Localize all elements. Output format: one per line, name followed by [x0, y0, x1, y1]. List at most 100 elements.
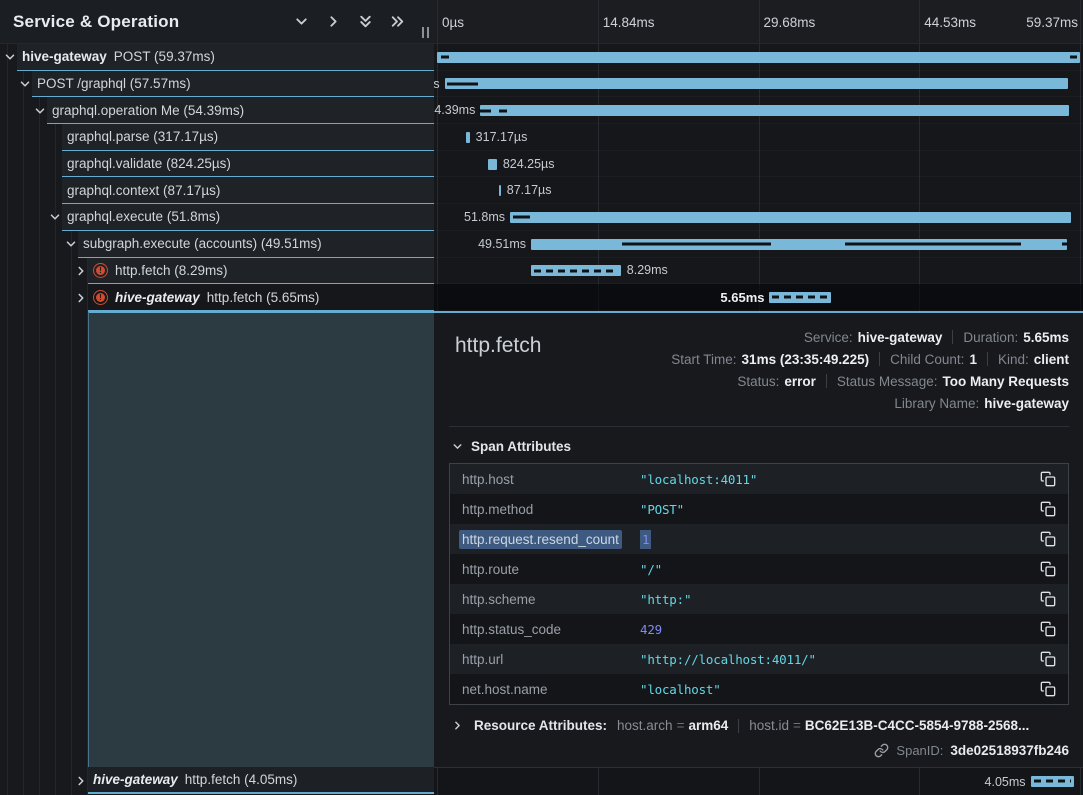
collapse-all-icon[interactable] — [357, 13, 374, 30]
span-bar[interactable] — [1031, 776, 1075, 787]
span-tree-row[interactable]: graphql.validate (824.25µs) — [0, 151, 434, 178]
attribute-value: "http:" — [640, 592, 691, 607]
span-duration-label: 87.17µs — [507, 177, 552, 203]
span-row-label: http.fetch (4.05ms) — [185, 772, 298, 787]
span-bar[interactable] — [437, 52, 1080, 63]
expand-all-icon[interactable] — [389, 13, 406, 30]
span-tree-row[interactable]: graphql.context (87.17µs) — [0, 177, 434, 204]
timeline-panel: 0µs14.84ms29.68ms44.53ms59.37ms 57.57ms5… — [434, 0, 1083, 795]
span-id-row: SpanID: 3de02518937fb246 — [449, 743, 1069, 758]
chevron-down-icon[interactable] — [64, 237, 78, 251]
service-operation-panel: Service & Operation hive-gatewayPOST (59… — [0, 0, 434, 795]
span-meta-item: Child Count:1 — [890, 352, 977, 367]
span-attributes-toggle[interactable]: Span Attributes — [451, 439, 1069, 454]
span-row-label: http.fetch (8.29ms) — [115, 263, 228, 278]
link-icon[interactable] — [874, 743, 889, 758]
chevron-down-icon[interactable] — [3, 50, 17, 64]
chevron-right-icon[interactable] — [74, 291, 88, 305]
span-bar[interactable] — [531, 265, 621, 276]
attribute-value: "POST" — [640, 502, 684, 517]
chevron-down-icon[interactable] — [48, 210, 62, 224]
attribute-key: http.scheme — [462, 592, 640, 607]
timeline-gridline — [437, 768, 438, 795]
span-bar[interactable] — [769, 292, 830, 303]
waterfall-row[interactable] — [434, 44, 1083, 71]
span-attributes-table: http.host"localhost:4011"http.method"POS… — [449, 463, 1069, 705]
waterfall-row[interactable]: 54.39ms — [434, 97, 1083, 124]
meta-value: Too Many Requests — [942, 374, 1069, 389]
resource-attributes-row[interactable]: Resource Attributes: host.arch=arm64host… — [451, 718, 1069, 733]
span-tree-row[interactable]: hive-gatewayPOST (59.37ms) — [0, 44, 434, 71]
copy-icon[interactable] — [1040, 501, 1056, 517]
timeline-gridline — [759, 768, 760, 795]
copy-icon[interactable] — [1040, 651, 1056, 667]
timeline-tick: 44.53ms — [924, 0, 976, 44]
span-meta-item: Status:error — [737, 374, 816, 389]
span-bar[interactable] — [480, 105, 1069, 116]
waterfall-row[interactable]: 87.17µs — [434, 177, 1083, 204]
waterfall-row[interactable]: 51.8ms — [434, 204, 1083, 231]
divider — [738, 719, 739, 733]
span-bar[interactable] — [499, 185, 501, 196]
span-tree-row[interactable]: !http.fetch (8.29ms) — [0, 258, 434, 285]
copy-icon[interactable] — [1040, 591, 1056, 607]
span-bar[interactable] — [531, 239, 1067, 250]
divider — [952, 330, 953, 344]
span-bar[interactable] — [445, 78, 1069, 89]
pane-splitter-handle[interactable] — [422, 27, 429, 38]
span-tree-row[interactable]: graphql.parse (317.17µs) — [0, 124, 434, 151]
span-tree-row[interactable]: subgraph.execute (accounts) (49.51ms) — [0, 231, 434, 258]
copy-icon[interactable] — [1040, 471, 1056, 487]
timeline-tick: 0µs — [442, 0, 464, 44]
waterfall-row[interactable]: 57.57ms — [434, 71, 1083, 98]
collapse-one-icon[interactable] — [293, 13, 310, 30]
expand-one-icon[interactable] — [325, 13, 342, 30]
meta-label: Status Message: — [837, 374, 938, 389]
divider — [879, 352, 880, 366]
span-bar[interactable] — [466, 132, 469, 143]
attribute-row: http.host"localhost:4011" — [450, 464, 1068, 494]
copy-icon[interactable] — [1040, 561, 1056, 577]
copy-icon[interactable] — [1040, 681, 1056, 697]
attribute-key: net.host.name — [462, 682, 640, 697]
span-meta: Service:hive-gatewayDuration:5.65msStart… — [671, 326, 1069, 414]
span-bar[interactable] — [488, 159, 497, 170]
waterfall-row[interactable]: 8.29ms — [434, 258, 1083, 285]
span-row-label: graphql.context (87.17µs) — [67, 183, 220, 198]
waterfall-row[interactable]: 49.51ms — [434, 231, 1083, 258]
attribute-row: http.url"http://localhost:4011/" — [450, 644, 1068, 674]
resource-attributes-items: host.arch=arm64host.id=BC62E13B-C4CC-585… — [617, 718, 1029, 733]
panel-title: Service & Operation — [13, 12, 179, 32]
chevron-right-icon[interactable] — [74, 264, 88, 278]
span-tree-row[interactable]: graphql.execute (51.8ms) — [0, 204, 434, 231]
span-meta-item: Status Message: Too Many Requests — [837, 374, 1069, 389]
span-service-name: hive-gateway — [115, 290, 200, 305]
chevron-right-icon[interactable] — [74, 774, 88, 788]
divider — [987, 352, 988, 366]
chevron-down-icon[interactable] — [18, 77, 32, 91]
bar-inner-mark — [479, 109, 491, 112]
span-tree-row[interactable]: !hive-gatewayhttp.fetch (5.65ms) — [0, 284, 434, 311]
attribute-row: http.scheme"http:" — [450, 584, 1068, 614]
waterfall-row[interactable]: 317.17µs — [434, 124, 1083, 151]
resource-attribute-item: host.id=BC62E13B-C4CC-5854-9788-2568... — [749, 718, 1029, 733]
bar-inner-mark — [513, 216, 530, 219]
span-row-label: graphql.execute (51.8ms) — [67, 209, 220, 224]
chevron-down-icon[interactable] — [33, 104, 47, 118]
meta-value: hive-gateway — [858, 330, 943, 345]
waterfall-row[interactable]: 5.65ms — [434, 284, 1083, 311]
span-bar[interactable] — [510, 212, 1071, 223]
span-tree-row[interactable]: graphql.operation Me (54.39ms) — [0, 97, 434, 124]
span-duration-label: 824.25µs — [503, 151, 555, 177]
span-duration-label: 8.29ms — [627, 258, 668, 284]
waterfall-area: 57.57ms54.39ms317.17µs824.25µs87.17µs51.… — [434, 44, 1083, 311]
copy-icon[interactable] — [1040, 531, 1056, 547]
waterfall-row[interactable]: 824.25µs — [434, 151, 1083, 178]
selected-span-expanded-area — [88, 311, 434, 767]
copy-icon[interactable] — [1040, 621, 1056, 637]
bar-inner-mark — [447, 82, 478, 85]
span-duration-label: 57.57ms — [434, 71, 440, 97]
span-tree-row[interactable]: POST /graphql (57.57ms) — [0, 71, 434, 98]
waterfall-row-bottom: 4.05ms — [434, 767, 1083, 795]
span-tree-row[interactable]: hive-gatewayhttp.fetch (4.05ms) — [0, 767, 434, 794]
